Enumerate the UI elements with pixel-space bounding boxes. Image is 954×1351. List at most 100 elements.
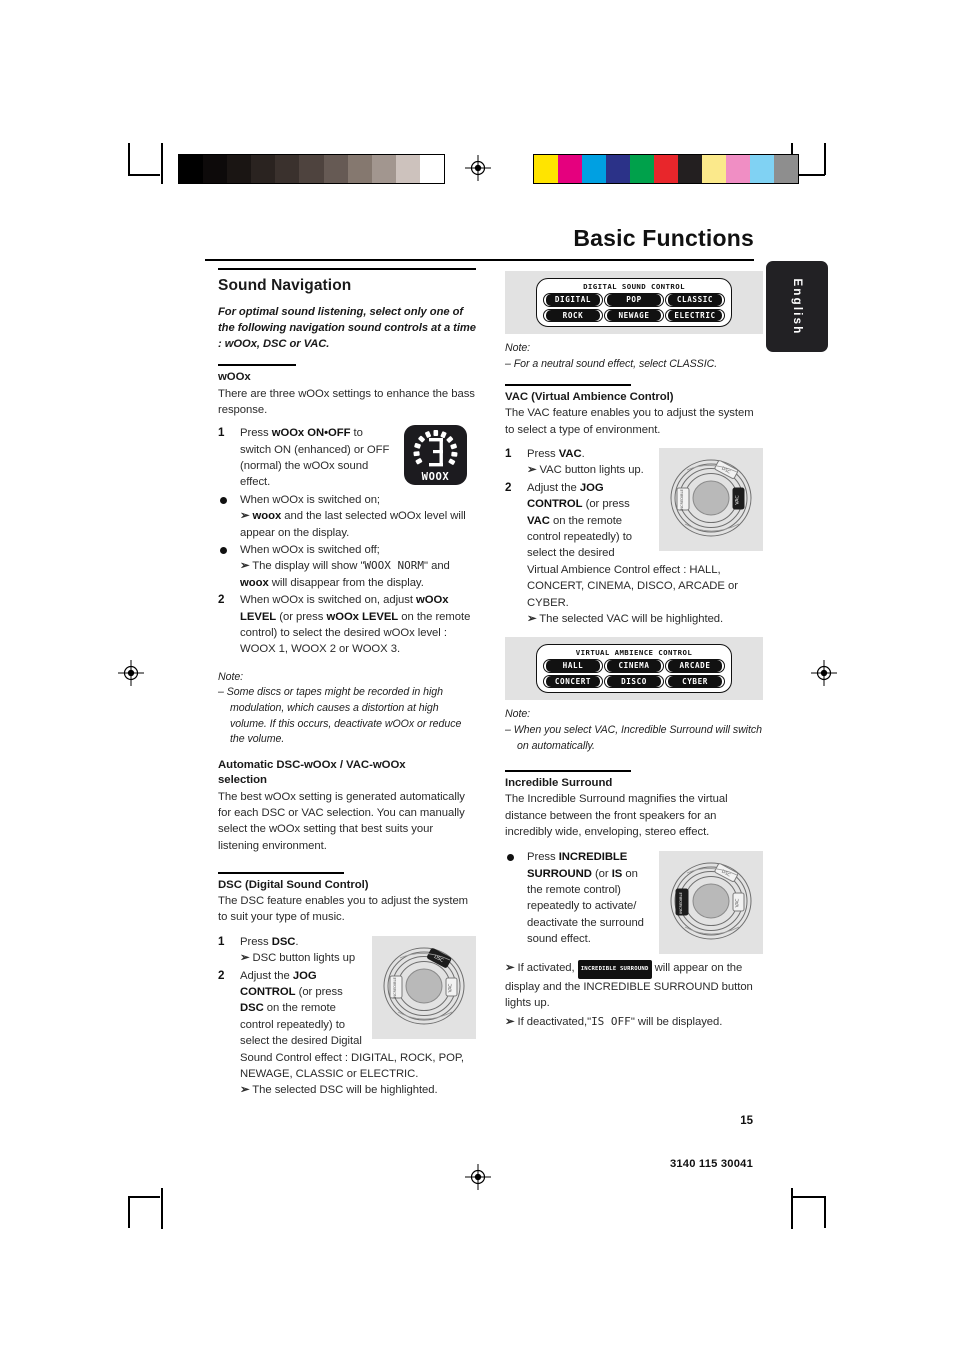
incredible-surround-intro: The Incredible Surround magnifies the vi… xyxy=(505,793,728,838)
vac-rule xyxy=(505,384,631,386)
header-divider xyxy=(205,259,754,261)
vac-lcd-panel: VIRTUAL AMBIENCE CONTROL HALL CINEMA ARC… xyxy=(505,637,763,701)
dsc-lcd-title: DIGITAL SOUND CONTROL xyxy=(583,282,685,291)
manual-page: Basic Functions English Sound Navigation… xyxy=(0,0,954,1351)
woox-rule xyxy=(218,364,296,367)
dsc-steps: 1 Press DSC. ➢ DSC button lights up 2 Adj… xyxy=(218,934,476,1099)
incredible-surround-activated: ➢ If activated, INCREDIBLE SURROUND will… xyxy=(505,960,753,1010)
note-label: Note: xyxy=(218,670,244,683)
step-number: 2 xyxy=(505,480,512,494)
dsc-lcd-display: DIGITAL SOUND CONTROL DIGITAL POP CLASSI… xyxy=(536,278,732,327)
lcd-chip-cinema: CINEMA xyxy=(607,660,661,672)
step-text: Adjust the JOG CONTROL (or press VAC on … xyxy=(527,481,738,625)
incredible-surround-rule xyxy=(505,770,631,772)
list-item: 1 Press VAC. ➢ VAC button lights up. xyxy=(505,446,763,479)
lcd-cell: HALL xyxy=(543,659,603,673)
list-item: When wOOx is switched off; ➢ The display … xyxy=(218,542,476,591)
heading-woox: wOOx xyxy=(218,371,251,384)
heading-dsc: DSC (Digital Sound Control) xyxy=(218,878,369,891)
bullet-icon xyxy=(220,547,227,555)
vac-note: Note: – When you select VAC, Incredible … xyxy=(505,707,763,754)
lcd-chip-disco: DISCO xyxy=(607,675,661,688)
lcd-cell: ELECTRIC xyxy=(665,308,725,322)
vac-lcd-display: VIRTUAL AMBIENCE CONTROL HALL CINEMA ARC… xyxy=(536,644,732,694)
right-column: DIGITAL SOUND CONTROL DIGITAL POP CLASSI… xyxy=(505,268,763,1030)
section-rule xyxy=(218,268,476,270)
note-text: – Some discs or tapes might be recorded … xyxy=(218,686,462,746)
vac-step-block: INCREDIBLE VAC DSC 1 Press VAC. ➢ VAC bu… xyxy=(505,446,763,633)
woox-steps: 1 Press wOOx ON•OFF to switch ON (enhanc… xyxy=(218,425,476,658)
step-text: Adjust the JOG CONTROL (or press DSC on … xyxy=(240,969,464,1097)
step-number: 1 xyxy=(218,934,225,948)
step-text: When wOOx is switched off; ➢ The display … xyxy=(240,544,450,589)
woox-note: Note: – Some discs or tapes might be rec… xyxy=(218,670,476,748)
dsc-lcd-row-2: ROCK NEWAGE ELECTRIC xyxy=(543,308,725,322)
step-number: 1 xyxy=(505,446,512,460)
lcd-chip-newage: NEWAGE xyxy=(607,309,661,321)
list-item: 1 Press wOOx ON•OFF to switch ON (enhanc… xyxy=(218,425,476,491)
lcd-chip-rock: ROCK xyxy=(546,309,600,321)
step-text: When wOOx is switched on; ➢ woox and the … xyxy=(240,493,466,539)
note-text: – For a neutral sound effect, select CLA… xyxy=(505,357,718,370)
incredible-surround-step-block: INCREDIBLE VAC DSC Press INCREDIBLE SURR… xyxy=(505,849,763,958)
step-text: Press VAC. ➢ VAC button lights up. xyxy=(527,447,644,477)
heading-automatic-selection-line2: selection xyxy=(218,774,267,787)
left-column: Sound Navigation For optimal sound liste… xyxy=(218,268,476,1105)
vac-lcd-title: VIRTUAL AMBIENCE CONTROL xyxy=(575,648,693,658)
document-code: 3140 115 30041 xyxy=(669,1158,753,1170)
dsc-lcd-panel: DIGITAL SOUND CONTROL DIGITAL POP CLASSI… xyxy=(505,271,763,334)
lcd-chip-electric: ELECTRIC xyxy=(668,309,722,321)
vac-lcd-row-1: HALL CINEMA ARCADE xyxy=(543,659,725,673)
step-number: 2 xyxy=(218,593,225,607)
lcd-chip-arcade: ARCADE xyxy=(668,660,722,672)
list-item: When wOOx is switched on; ➢ woox and the … xyxy=(218,492,476,541)
step-text: Press INCREDIBLE SURROUND (or IS on the … xyxy=(527,851,644,946)
heading-incredible-surround: Incredible Surround xyxy=(505,776,613,789)
step-text: Press wOOx ON•OFF to switch ON (enhanced… xyxy=(240,427,390,489)
lcd-chip-pop: POP xyxy=(607,294,661,306)
note-label: Note: xyxy=(505,708,531,721)
woox-step-block: WOOX 1 Press wOOx ON•OFF to switch ON (e… xyxy=(218,425,476,664)
lcd-cell: CLASSIC xyxy=(665,293,725,307)
lcd-chip-cyber: CYBER xyxy=(668,675,722,688)
language-tab-label: English xyxy=(791,278,803,335)
step-number: 1 xyxy=(218,426,225,440)
lcd-chip-hall: HALL xyxy=(546,660,600,672)
lcd-cell: ROCK xyxy=(543,308,603,322)
lcd-cell: DISCO xyxy=(604,674,664,689)
dsc-note: Note: – For a neutral sound effect, sele… xyxy=(505,341,763,372)
automatic-selection-body: The best wOOx setting is generated autom… xyxy=(218,790,465,852)
lcd-chip-classic: CLASSIC xyxy=(668,294,722,306)
list-item: 2 Adjust the JOG CONTROL (or press DSC o… xyxy=(218,968,476,1099)
list-item: 1 Press DSC. ➢ DSC button lights up xyxy=(218,934,476,967)
lcd-cell: DIGITAL xyxy=(543,293,603,307)
bullet-icon xyxy=(507,854,514,862)
incredible-surround-deactivated: ➢ If deactivated,"IS OFF" will be displa… xyxy=(505,1014,723,1028)
page-number: 15 xyxy=(740,1115,753,1127)
step-number: 2 xyxy=(218,968,225,982)
lcd-cell: ARCADE xyxy=(665,659,725,673)
list-item: 2 Adjust the JOG CONTROL (or press VAC o… xyxy=(505,480,763,628)
dsc-intro: The DSC feature enables you to adjust th… xyxy=(218,895,469,924)
woox-intro: There are three wOOx settings to enhance… xyxy=(218,387,475,416)
language-tab: English xyxy=(766,261,828,352)
vac-intro: The VAC feature enables you to adjust th… xyxy=(505,407,754,436)
lcd-cell: NEWAGE xyxy=(604,308,664,322)
step-text: When wOOx is switched on, adjust wOOx LE… xyxy=(240,594,471,656)
step-text: Press DSC. ➢ DSC button lights up xyxy=(240,935,356,965)
lcd-cell: POP xyxy=(604,293,664,307)
incredible-surround-steps: Press INCREDIBLE SURROUND (or IS on the … xyxy=(505,849,763,947)
lcd-cell: CINEMA xyxy=(604,659,664,673)
list-item: 2 When wOOx is switched on, adjust wOOx … xyxy=(218,592,476,658)
sound-navigation-lead: For optimal sound listening, select only… xyxy=(218,305,476,351)
heading-vac: VAC (Virtual Ambience Control) xyxy=(505,390,674,403)
section-title-sound-navigation: Sound Navigation xyxy=(218,276,352,294)
dsc-step-block: INCREDIBLE VAC DSC 1 Press DSC. ➢ DSC bu… xyxy=(218,934,476,1105)
lcd-chip-concert: CONCERT xyxy=(546,675,600,688)
vac-steps: 1 Press VAC. ➢ VAC button lights up. 2 Ad… xyxy=(505,446,763,627)
list-item: Press INCREDIBLE SURROUND (or IS on the … xyxy=(505,849,763,947)
bullet-icon xyxy=(220,496,227,504)
vac-lcd-row-2: CONCERT DISCO CYBER xyxy=(543,674,725,689)
lcd-cell: CONCERT xyxy=(543,674,603,689)
note-label: Note: xyxy=(505,342,531,354)
